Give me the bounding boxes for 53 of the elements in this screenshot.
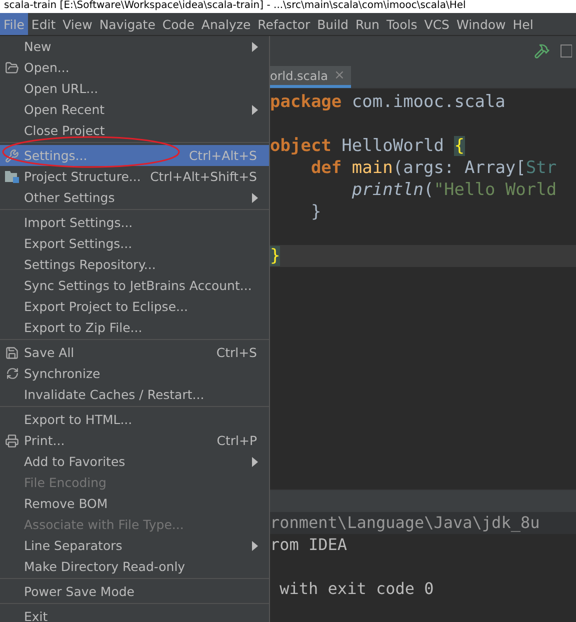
menu-item[interactable]: Open URL...	[0, 78, 269, 99]
menu-item[interactable]: Make Directory Read-only	[0, 556, 269, 577]
menu-bar-item[interactable]: Build	[314, 13, 352, 35]
menu-item[interactable]: Save All Ctrl+S	[0, 342, 269, 363]
menu-item[interactable]: Other Settings	[0, 187, 269, 208]
menu-item[interactable]: Project Structure... Ctrl+Alt+Shift+S	[0, 166, 269, 187]
menu-item[interactable]: Import Settings...	[0, 212, 269, 233]
toolbar-button[interactable]	[560, 43, 572, 59]
menu-item[interactable]: Exit	[0, 606, 269, 622]
menu-item[interactable]: Power Save Mode	[0, 581, 269, 602]
sync-icon	[6, 367, 18, 380]
menu-bar-item[interactable]: Analyze	[198, 13, 254, 35]
menu-bar-item[interactable]: Navigate	[96, 13, 159, 35]
window-title: scala-train [E:\Software\Workspace\idea\scala-train] - ...\src\main\scala\com\imooc\scala\Hel	[0, 0, 576, 13]
menu-item[interactable]: Export to Zip File...	[0, 317, 269, 338]
code-line: package com.imooc.scala	[270, 91, 506, 113]
menu-item[interactable]: Close Project	[0, 120, 269, 141]
menu-item[interactable]: Add to Favorites	[0, 451, 269, 472]
menu-item[interactable]: Line Separators	[0, 535, 269, 556]
menu-bar-item[interactable]: Code	[158, 13, 198, 35]
menu-item[interactable]: Remove BOM	[0, 493, 269, 514]
settings-icon	[5, 148, 19, 162]
menu-item[interactable]: Invalidate Caches / Restart...	[0, 384, 269, 405]
menu-item[interactable]: New	[0, 36, 269, 57]
menu-item[interactable]: Export to HTML...	[0, 409, 269, 430]
menu-item[interactable]: Settings Repository...	[0, 254, 269, 275]
menu-item[interactable]: Export Project to Eclipse...	[0, 296, 269, 317]
menu-bar-item[interactable]: Refactor	[254, 13, 314, 35]
menu-item[interactable]: Export Settings...	[0, 233, 269, 254]
menu-item[interactable]: Synchronize	[0, 363, 269, 384]
menu-item[interactable]: Print... Ctrl+P	[0, 430, 269, 451]
print-icon	[5, 434, 19, 448]
menu-item[interactable]: Open...	[0, 57, 269, 78]
menu-bar-item[interactable]: VCS	[420, 13, 453, 35]
code-line: }	[310, 201, 322, 223]
menu-bar-item[interactable]: Hel	[509, 13, 537, 35]
build-button[interactable]	[534, 43, 550, 59]
code-line: println("Hello World	[350, 179, 558, 201]
code-line: def main(args: Array[Str	[310, 157, 558, 179]
menu-item[interactable]: Open Recent	[0, 99, 269, 120]
code-line: object HelloWorld {	[270, 135, 466, 157]
menu-bar-item[interactable]: Run	[352, 13, 383, 35]
menu-item[interactable]: Sync Settings to JetBrains Account...	[0, 275, 269, 296]
menu-bar-item[interactable]: Tools	[382, 13, 421, 35]
editor-tab[interactable]: orld.scala ×	[270, 66, 351, 88]
menu-bar-item[interactable]: View	[59, 13, 96, 35]
folder-icon	[5, 60, 19, 74]
menu-bar-item[interactable]: Edit	[28, 13, 60, 35]
save-icon	[5, 346, 19, 360]
console-line: rom IDEA	[270, 534, 348, 556]
menu-bar-item[interactable]: Window	[452, 13, 510, 35]
console-line: with exit code 0	[278, 578, 435, 600]
folder-grid-icon	[5, 170, 19, 183]
